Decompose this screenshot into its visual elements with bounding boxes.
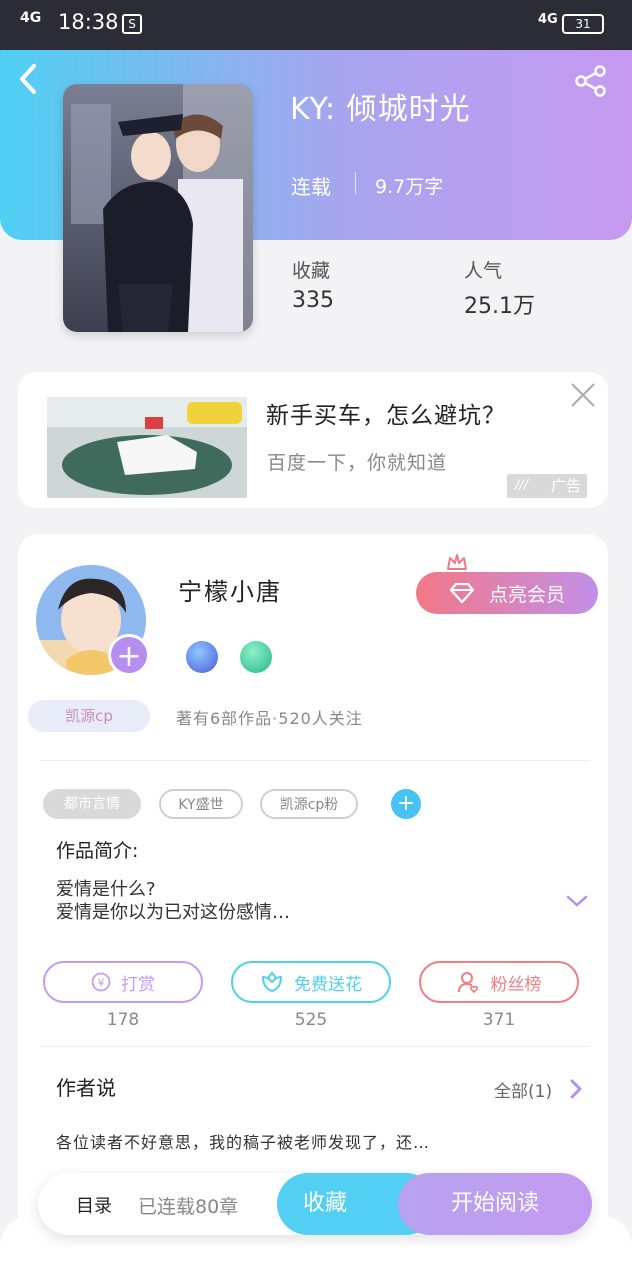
ad-close-button[interactable] [570, 382, 596, 408]
tag-item[interactable]: 凯源cp粉 [260, 789, 358, 819]
reward-count: 178 [106, 1010, 140, 1030]
popularity-label: 人气 [464, 260, 503, 282]
add-tag-button[interactable]: + [391, 789, 421, 819]
fan-user-icon [457, 972, 478, 994]
tag-item[interactable]: KY盛世 [159, 789, 243, 819]
fan-count: 371 [482, 1010, 516, 1030]
author-says-heading: 作者说 [56, 1076, 116, 1100]
diamond-icon [449, 583, 475, 603]
favorites-label: 收藏 [292, 260, 331, 282]
start-reading-button[interactable]: 开始阅读 [398, 1173, 592, 1235]
divider [40, 760, 590, 761]
popularity-count: 25.1万 [464, 294, 535, 319]
share-icon [575, 65, 606, 97]
send-flower-label: 免费送花 [294, 974, 362, 995]
chevron-down-icon [566, 895, 588, 907]
ad-logo-icon: /// [515, 478, 529, 493]
author-says-more-button[interactable] [569, 1079, 583, 1099]
intro-line: 爱情是你以为已对这份感情… [56, 902, 290, 923]
share-button[interactable] [574, 64, 608, 98]
activate-vip-button[interactable]: 点亮会员 [416, 572, 598, 614]
network-indicator: 4G [538, 12, 558, 27]
battery-level: 31 [575, 17, 591, 31]
signal-indicator: 4G [20, 10, 42, 26]
chevron-left-icon [20, 64, 36, 94]
book-cover[interactable] [63, 84, 253, 332]
car-showroom-image [47, 397, 247, 498]
book-title: KY: 倾城时光 [290, 92, 471, 127]
vip-label: 点亮会员 [488, 583, 565, 606]
back-button[interactable] [14, 62, 42, 96]
author-says-text[interactable]: 各位读者不好意思，我的稿子被老师发现了，还… [56, 1129, 430, 1153]
author-name[interactable]: 宁檬小唐 [178, 572, 282, 607]
ad-label: /// 广告 [507, 474, 587, 498]
table-of-contents-button[interactable]: 目录 [76, 1192, 112, 1218]
favorites-count: 335 [292, 288, 334, 313]
badge-handshake-icon[interactable] [240, 641, 272, 673]
yuan-coin-icon: ¥ [91, 972, 111, 992]
ad-title: 新手买车，怎么避坑？ [266, 403, 506, 429]
ad-subtitle: 百度一下，你就知道 [267, 452, 448, 474]
reward-label: 打赏 [121, 974, 155, 995]
tag-genre[interactable]: 都市言情 [43, 789, 141, 819]
word-count: 9.7万字 [375, 176, 444, 198]
clock: 18:38 [58, 10, 119, 34]
send-flower-button[interactable]: 免费送花 [231, 961, 391, 1003]
fan-ranking-label: 粉丝榜 [490, 974, 542, 995]
crown-icon [447, 554, 467, 570]
book-cover-image [63, 84, 253, 332]
ad-label-text: 广告 [550, 477, 581, 495]
ad-image [47, 397, 247, 498]
serial-status: 连载 [291, 175, 331, 199]
intro-heading: 作品简介: [56, 840, 139, 862]
close-icon [571, 383, 595, 407]
chevron-right-icon [570, 1079, 582, 1099]
follow-author-button[interactable]: + [108, 634, 150, 676]
flower-count: 525 [294, 1010, 328, 1030]
author-tag: 凯源cp [28, 700, 150, 732]
reward-button[interactable]: ¥ 打赏 [43, 961, 203, 1003]
flower-icon [262, 971, 282, 992]
expand-intro-button[interactable] [565, 892, 589, 910]
author-meta: 著有6部作品·520人关注 [176, 709, 363, 728]
fan-ranking-button[interactable]: 粉丝榜 [419, 961, 579, 1003]
author-says-all-link[interactable]: 全部(1) [494, 1077, 552, 1102]
badge-phone-icon[interactable] [186, 641, 218, 673]
notification-s-icon: S [122, 14, 142, 34]
chapter-count: 已连载80章 [138, 1196, 239, 1218]
svg-text:¥: ¥ [98, 977, 105, 990]
battery-icon: 31 [562, 14, 604, 34]
divider [40, 1046, 590, 1047]
divider [355, 172, 356, 194]
